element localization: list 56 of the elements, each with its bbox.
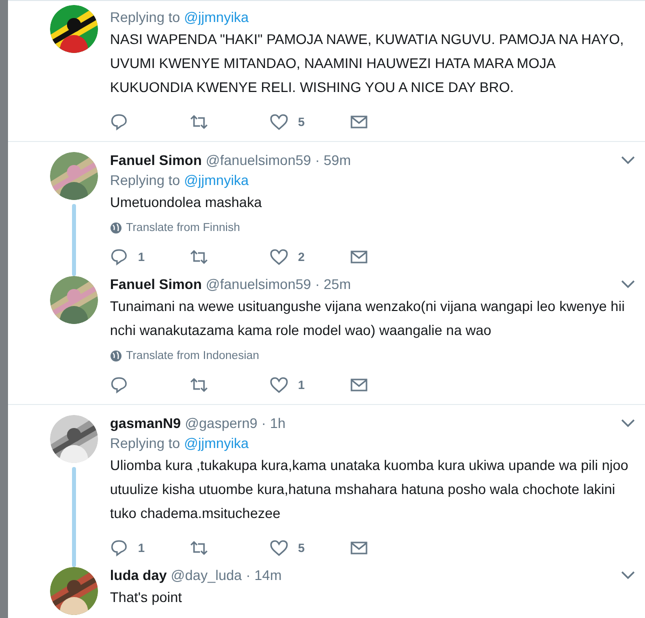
mail-icon[interactable]: [350, 113, 368, 131]
retweet-icon[interactable]: [190, 248, 208, 266]
heart-icon[interactable]: [270, 539, 288, 557]
user-handle[interactable]: @day_luda: [170, 567, 242, 583]
reply-icon[interactable]: [110, 539, 128, 557]
retweet-icon[interactable]: [190, 376, 208, 394]
user-handle[interactable]: @fanuelsimon59: [206, 276, 312, 292]
tweet-text: Umetuondolea mashaka: [110, 193, 263, 212]
heart-icon[interactable]: [270, 248, 288, 266]
tweet-time[interactable]: · 1h: [261, 415, 286, 431]
retweet-icon[interactable]: [190, 113, 208, 131]
tweet-time[interactable]: · 14m: [246, 567, 282, 583]
tweet-text: NASI WAPENDA "HAKI" PAMOJA NAWE, KUWATIA NGUVU. PAMOJA NA HAYO, UVUMI KWENYE MITANDAO, NAAMINI HAUWEZI HATA MARA MOJA KUKUONDIA KWENYE RELI. WISHING YOU A NICE DAY BRO.: [110, 30, 625, 97]
user-name[interactable]: Fanuel Simon: [110, 152, 202, 168]
chevron-icon[interactable]: [621, 155, 635, 165]
mention-link[interactable]: @jjmnyika: [184, 172, 249, 188]
chevron-icon[interactable]: [621, 418, 635, 428]
like-count: 5: [298, 541, 305, 555]
like-count: 1: [298, 378, 305, 392]
retweet-icon[interactable]: [190, 539, 208, 557]
reply-count: 1: [138, 250, 145, 264]
replying-to-text: Replying to @jjmnyika: [110, 172, 250, 188]
reply-icon[interactable]: [110, 376, 128, 394]
replying-to-text: Replying to @jjmnyika: [110, 435, 250, 451]
user-name[interactable]: luda day: [110, 567, 167, 583]
chevron-icon[interactable]: [621, 570, 635, 580]
user-handle[interactable]: @fanuelsimon59: [206, 152, 312, 168]
mail-icon[interactable]: [350, 539, 368, 557]
tweet-time[interactable]: · 59m: [315, 152, 351, 168]
mail-icon[interactable]: [350, 248, 368, 266]
tweet-time[interactable]: · 25m: [315, 276, 351, 292]
reply-count: 1: [138, 541, 145, 555]
reply-icon[interactable]: [110, 248, 128, 266]
translate-link[interactable]: Translate from Finnish: [110, 222, 635, 234]
translate-link[interactable]: Translate from Indonesian: [110, 350, 635, 362]
mention-link[interactable]: @jjmnyika: [184, 9, 249, 25]
reply-icon[interactable]: [110, 113, 128, 131]
globe-icon: [110, 350, 122, 362]
tweet-text: That's point: [110, 588, 183, 607]
user-name[interactable]: gasmanN9: [110, 415, 181, 431]
tweet-text: Uliomba kura ,tukakupa kura,kama unataka kuomba kura ukiwa upande wa pili njoo utuulize kisha utuombe kura,hatuna mshahara hatuna posho wala chochote lakini tuko chadema.msituchezee: [110, 456, 630, 523]
like-count: 2: [298, 250, 305, 264]
tweet-text: Tunaimani na wewe usituangushe vijana wenzako(ni vijana wangapi leo kwenye hii nchi wanakutazama kama role model wao) waangalie na wao: [110, 297, 626, 340]
avatar[interactable]: [50, 5, 98, 53]
replying-to-text: Replying to @jjmnyika: [110, 9, 250, 25]
heart-icon[interactable]: [270, 113, 288, 131]
avatar[interactable]: [50, 415, 98, 463]
mention-link[interactable]: @jjmnyika: [184, 435, 249, 451]
mail-icon[interactable]: [350, 376, 368, 394]
chevron-icon[interactable]: [621, 279, 635, 289]
user-handle[interactable]: @gaspern9: [184, 415, 258, 431]
heart-icon[interactable]: [270, 376, 288, 394]
like-count: 5: [298, 115, 305, 129]
avatar[interactable]: [50, 567, 98, 615]
globe-icon: [110, 222, 122, 234]
user-name[interactable]: Fanuel Simon: [110, 276, 202, 292]
